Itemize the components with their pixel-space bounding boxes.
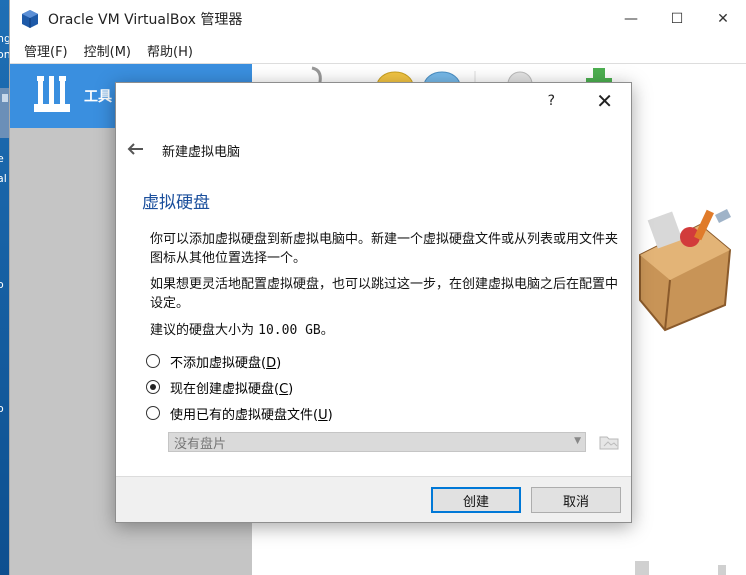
virtualbox-logo-icon: [22, 10, 38, 28]
radio-existing-disk[interactable]: 使用已有的虚拟硬盘文件(U): [146, 400, 631, 426]
radio-shortcut-key: D: [266, 355, 277, 371]
toolbox-illustration-icon: [639, 209, 732, 332]
wizard-title: 新建虚拟电脑: [162, 144, 241, 160]
menu-manage[interactable]: 管理(F): [16, 41, 76, 60]
radio-circle[interactable]: [146, 406, 160, 420]
recommended-size-prefix: 建议的硬盘大小为: [150, 323, 259, 338]
dialog-footer: 创建 取消: [116, 476, 631, 522]
radio-circle-checked[interactable]: [146, 380, 160, 394]
page-title: 虚拟硬盘: [142, 193, 210, 213]
menu-help[interactable]: 帮助(H): [139, 41, 201, 60]
description-paragraph: 如果想更灵活地配置虚拟硬盘，也可以跳过这一步，在创建虚拟电脑之后在配置中设定。: [150, 277, 619, 311]
radio-label: 使用已有的虚拟硬盘文件: [170, 407, 314, 423]
maximize-button[interactable]: ☐: [654, 0, 700, 38]
recommended-size-suffix: 。: [320, 323, 334, 338]
dialog-body: 新建虚拟电脑 虚拟硬盘 你可以添加虚拟硬盘到新虚拟电脑中。新建一个虚拟硬盘文件或…: [116, 121, 631, 476]
radio-shortcut-key: C: [279, 381, 289, 397]
dialog-close-button[interactable]: ✕: [596, 89, 613, 113]
disk-file-select[interactable]: 没有盘片 ▼: [168, 432, 586, 452]
window-titlebar[interactable]: Oracle VM VirtualBox 管理器 — ☐ ✕: [10, 0, 746, 38]
radio-create-disk[interactable]: 现在创建虚拟硬盘(C): [146, 374, 631, 400]
choose-disk-folder-icon[interactable]: [598, 432, 620, 452]
description-paragraph: 你可以添加虚拟硬盘到新虚拟电脑中。新建一个虚拟硬盘文件或从列表或用文件夹图标从其…: [150, 232, 619, 266]
create-button[interactable]: 创建: [431, 487, 521, 513]
wizard-header: 新建虚拟电脑: [116, 121, 631, 179]
radio-circle[interactable]: [146, 354, 160, 368]
radio-shortcut-key: U: [318, 407, 328, 423]
menu-control[interactable]: 控制(M): [76, 41, 139, 60]
chevron-down-icon: ▼: [574, 436, 581, 446]
close-button[interactable]: ✕: [700, 0, 746, 38]
radio-label: 不添加虚拟硬盘: [170, 355, 262, 371]
dialog-titlebar[interactable]: ? ✕: [116, 83, 631, 121]
radio-no-disk[interactable]: 不添加虚拟硬盘(D): [146, 348, 631, 374]
gear-icon: [635, 561, 726, 575]
recommended-size-value: 10.00 GB: [258, 323, 321, 338]
sidebar-item-label: 工具: [84, 89, 112, 105]
disk-option-group: 不添加虚拟硬盘(D) 现在创建虚拟硬盘(C) 使用已有的虚拟硬盘文件(U): [116, 348, 631, 426]
radio-label: 现在创建虚拟硬盘: [170, 381, 275, 397]
disk-file-select-value: 没有盘片: [174, 436, 227, 452]
existing-disk-row: 没有盘片 ▼: [168, 432, 631, 452]
tools-icon: [34, 76, 70, 112]
help-button[interactable]: ?: [548, 93, 555, 109]
window-title: Oracle VM VirtualBox 管理器: [48, 12, 243, 28]
new-vm-wizard-dialog: ? ✕ 新建虚拟电脑 虚拟硬盘 你可以添加虚拟硬盘到新虚拟电脑中。新建一个虚拟硬…: [115, 82, 632, 523]
minimize-button[interactable]: —: [608, 0, 654, 38]
menubar: 管理(F) 控制(M) 帮助(H): [10, 38, 746, 64]
recommended-size-text: 建议的硬盘大小为 10.00 GB。: [150, 321, 620, 340]
cancel-button[interactable]: 取消: [531, 487, 621, 513]
back-arrow-icon[interactable]: [126, 140, 152, 161]
